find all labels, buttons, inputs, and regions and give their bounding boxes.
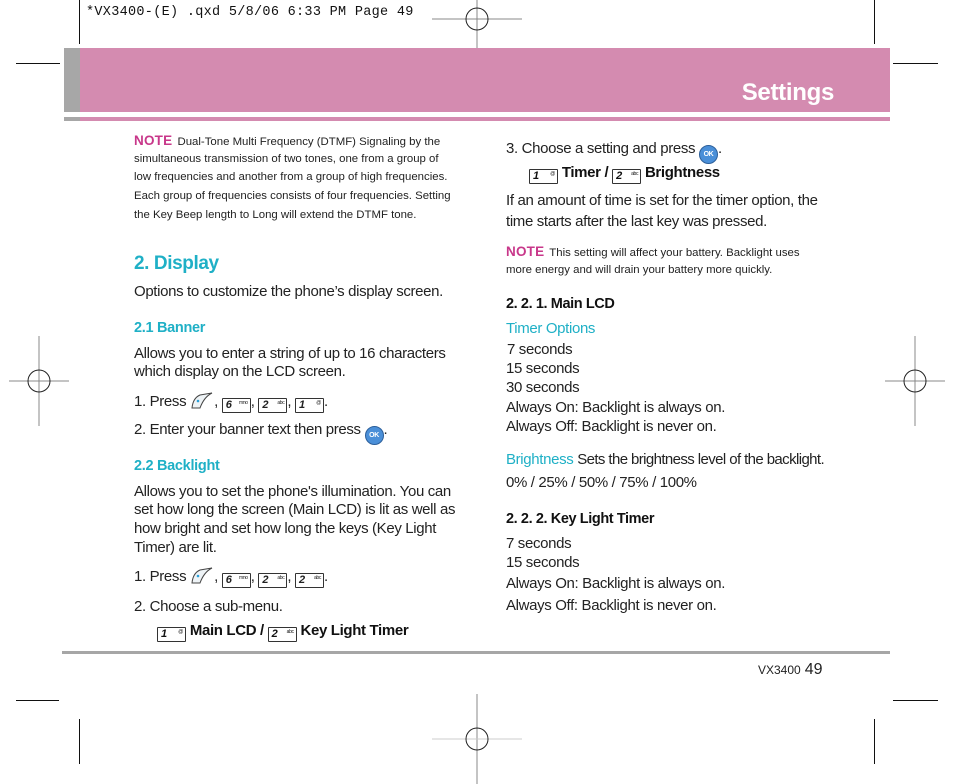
brightness-label: Brightness bbox=[506, 451, 574, 468]
backlight-text: Timer) are lit. bbox=[134, 539, 217, 556]
crop-mark bbox=[79, 0, 80, 44]
registration-mark-icon bbox=[9, 336, 69, 426]
key-light-item: Always Off: Backlight is never on. bbox=[506, 597, 717, 614]
brightness-values: 0% / 25% / 50% / 75% / 100% bbox=[506, 474, 697, 491]
key-2-icon: 2 abc bbox=[258, 398, 288, 413]
key-6-icon: 6 mno bbox=[221, 398, 251, 413]
key-light-item: 7 seconds bbox=[506, 535, 572, 552]
setting-options: 1 @ Timer / 2 abc Brightness bbox=[529, 163, 720, 184]
crop-mark bbox=[893, 700, 938, 701]
ok-button-icon: OK bbox=[698, 145, 718, 164]
backlight-text: how bright and set how long the keys (Ke… bbox=[134, 520, 437, 537]
note-line: the Key Beep length to Long will extend … bbox=[134, 209, 417, 221]
key-1-icon: 1 @ bbox=[157, 627, 186, 642]
backlight-step-2: 2. Choose a sub-menu. bbox=[134, 598, 283, 615]
option-timer: Timer / bbox=[561, 164, 609, 181]
timer-options-label: Timer Options bbox=[506, 320, 596, 337]
key-2-icon: 2 abc bbox=[258, 573, 288, 588]
key-2-icon: 2 abc bbox=[267, 627, 297, 642]
note-line: Each group of frequencies consists of fo… bbox=[134, 190, 451, 202]
note-line: NOTE This setting will affect your batte… bbox=[506, 244, 800, 259]
banner-text: which display on the LCD screen. bbox=[134, 363, 346, 380]
footer: VX3400 49 bbox=[758, 661, 823, 679]
timer-description: If an amount of time is set for the time… bbox=[506, 192, 818, 209]
timer-description: time starts after the last key was press… bbox=[506, 213, 767, 230]
note-label: NOTE bbox=[506, 244, 545, 259]
display-description: Options to customize the phone’s display… bbox=[134, 283, 443, 300]
page-number: 49 bbox=[804, 661, 823, 678]
timer-option-item: 7 seconds bbox=[507, 341, 573, 358]
timer-option-item: 30 seconds bbox=[506, 379, 580, 396]
banner-step-2: 2. Enter your banner text then press OK. bbox=[134, 420, 388, 445]
submenu-main-lcd: Main LCD / bbox=[189, 622, 264, 639]
header-rule bbox=[64, 117, 890, 121]
timer-option-item: Always On: Backlight is always on. bbox=[506, 399, 726, 416]
crop-mark bbox=[16, 700, 59, 701]
timer-option-item: Always Off: Backlight is never on. bbox=[506, 418, 717, 435]
crop-mark bbox=[79, 719, 80, 764]
banner-step-1: 1. Press , 6 mno, 2 abc, 1 @. bbox=[134, 392, 328, 413]
brightness-line: Brightness Sets the brightness level of … bbox=[506, 451, 825, 468]
key-light-item: Always On: Backlight is always on. bbox=[506, 575, 726, 592]
key-1-icon: 1 @ bbox=[294, 398, 324, 413]
subsection-heading-backlight: 2.2 Backlight bbox=[134, 458, 220, 474]
crop-mark bbox=[874, 0, 875, 44]
registration-mark-icon bbox=[885, 336, 945, 426]
menu-softkey-icon bbox=[191, 392, 213, 409]
footer-rule bbox=[62, 651, 890, 654]
page-title: Settings bbox=[741, 79, 835, 106]
note-line: NOTE Dual-Tone Multi Frequency (DTMF) Si… bbox=[134, 133, 441, 148]
header-rule-tab bbox=[64, 117, 80, 121]
heading-main-lcd: 2. 2. 1. Main LCD bbox=[506, 296, 615, 312]
footer-model: VX3400 bbox=[758, 663, 801, 677]
note-label: NOTE bbox=[134, 133, 173, 148]
timer-option-item: 15 seconds bbox=[506, 360, 580, 377]
backlight-text: Allows you to set the phone's illuminati… bbox=[134, 483, 451, 500]
crop-mark bbox=[893, 63, 938, 64]
banner-text: Allows you to enter a string of up to 16… bbox=[134, 345, 446, 362]
section-heading-display: 2. Display bbox=[134, 253, 219, 274]
key-1-icon: 1 @ bbox=[529, 169, 558, 184]
ok-button-icon: OK bbox=[364, 426, 384, 445]
menu-softkey-icon bbox=[191, 567, 213, 584]
crop-mark bbox=[874, 719, 875, 764]
backlight-step-1: 1. Press , 6 mno, 2 abc, 2 abc. bbox=[134, 567, 328, 588]
backlight-submenu: 1 @ Main LCD / 2 abc Key Light Timer bbox=[157, 621, 409, 642]
crop-mark bbox=[16, 63, 60, 64]
submenu-key-light-timer: Key Light Timer bbox=[300, 622, 409, 639]
key-2-icon: 2 abc bbox=[294, 573, 324, 588]
key-2-icon: 2 abc bbox=[612, 169, 642, 184]
registration-mark-icon bbox=[432, 694, 522, 784]
header-band-tab bbox=[64, 48, 80, 112]
note-line: low frequencies and another from a group… bbox=[134, 171, 448, 183]
key-light-item: 15 seconds bbox=[506, 554, 580, 571]
backlight-text: set how long the screen (Main LCD) is li… bbox=[134, 501, 456, 518]
subsection-heading-banner: 2.1 Banner bbox=[134, 320, 206, 336]
step-3: 3. Choose a setting and press OK. bbox=[506, 139, 722, 164]
option-brightness: Brightness bbox=[644, 164, 720, 181]
key-6-icon: 6 mno bbox=[221, 573, 251, 588]
note-line: more energy and will drain your battery … bbox=[506, 264, 773, 276]
print-slug: *VX3400-(E) .qxd 5/8/06 6:33 PM Page 49 bbox=[86, 5, 414, 20]
note-line: simultaneous transmission of two tones, … bbox=[134, 153, 439, 165]
heading-key-light-timer: 2. 2. 2. Key Light Timer bbox=[506, 511, 655, 527]
